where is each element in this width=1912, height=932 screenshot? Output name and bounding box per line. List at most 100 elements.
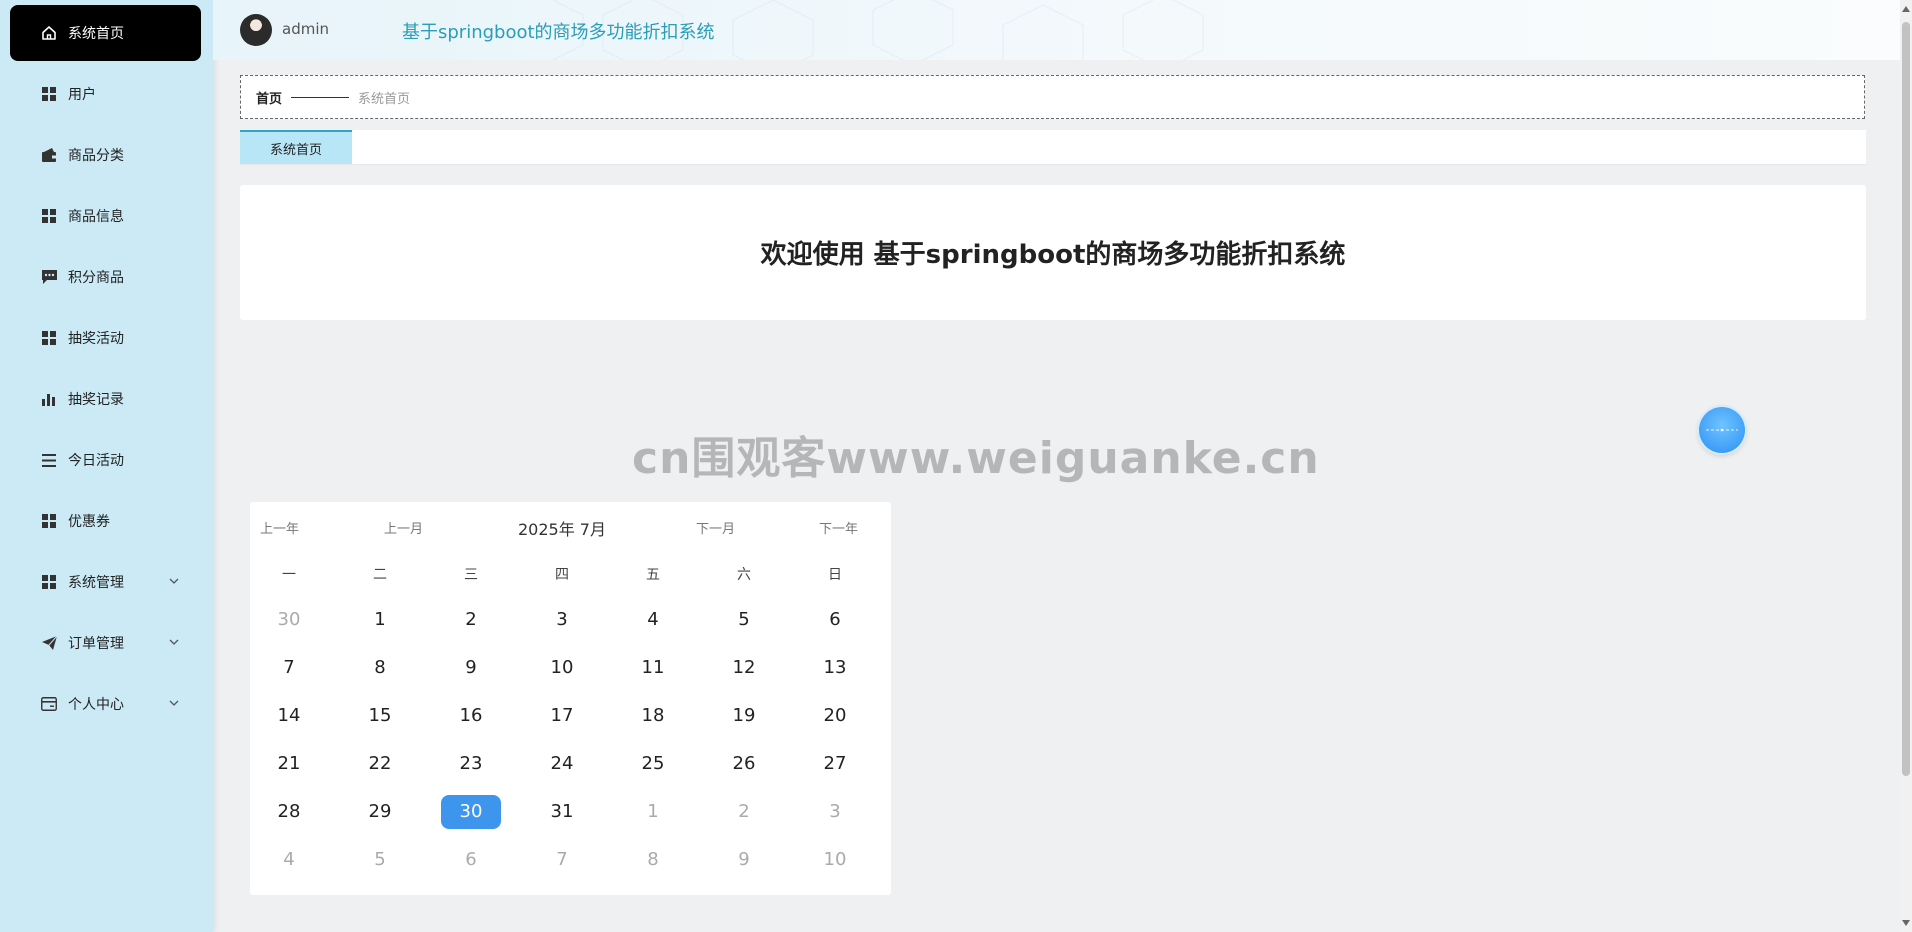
calendar-day[interactable]: 19 — [714, 699, 774, 733]
calendar-day[interactable]: 10 — [805, 843, 865, 877]
chevron-down-icon[interactable] — [167, 696, 181, 710]
calendar-day[interactable]: 13 — [805, 651, 865, 685]
calendar-day[interactable]: 5 — [714, 603, 774, 637]
breadcrumb-separator — [291, 96, 350, 98]
top-header: admin 基于springboot的商场多功能折扣系统 — [213, 0, 1900, 60]
calendar-day[interactable]: 6 — [441, 843, 501, 877]
sidebar-item-label: 系统管理 — [68, 575, 124, 591]
sidebar-item-label: 系统首页 — [68, 26, 124, 42]
calendar-day[interactable]: 9 — [714, 843, 774, 877]
breadcrumb-current: 系统首页 — [358, 91, 411, 107]
sidebar-item-label: 今日活动 — [68, 453, 124, 469]
breadcrumb-home[interactable]: 首页 — [256, 88, 282, 107]
chat-icon — [40, 268, 58, 286]
sidebar-item-lottery-activity[interactable]: 抽奖活动 — [10, 310, 201, 366]
wallet-icon — [40, 146, 58, 164]
sidebar-item-personal-center[interactable]: 个人中心 — [10, 676, 201, 732]
calendar-day[interactable]: 16 — [441, 699, 501, 733]
sidebar-item-users[interactable]: 用户 — [10, 66, 201, 122]
calendar-day[interactable]: 15 — [350, 699, 410, 733]
calendar-day[interactable]: 7 — [532, 843, 592, 877]
avatar[interactable] — [240, 14, 272, 46]
calendar-next-month[interactable]: 下一月 — [696, 518, 735, 537]
sidebar-item-product-info[interactable]: 商品信息 — [10, 188, 201, 244]
scroll-up-arrow-icon[interactable] — [1902, 6, 1910, 12]
calendar-day[interactable]: 27 — [805, 747, 865, 781]
calendar-day[interactable]: 11 — [623, 651, 683, 685]
bar-chart-icon — [40, 390, 58, 408]
calendar-day[interactable]: 1 — [350, 603, 410, 637]
welcome-text: 欢迎使用 基于springboot的商场多功能折扣系统 — [760, 240, 1346, 270]
scrollbar-thumb[interactable] — [1902, 22, 1910, 776]
app-title: 基于springboot的商场多功能折扣系统 — [402, 22, 715, 43]
page-scrollbar[interactable] — [1900, 0, 1912, 932]
calendar-day[interactable]: 28 — [259, 795, 319, 829]
username[interactable]: admin — [282, 20, 329, 38]
sidebar-item-label: 优惠券 — [68, 514, 110, 530]
sidebar-item-system-management[interactable]: 系统管理 — [10, 554, 201, 610]
calendar-day-today[interactable]: 30 — [441, 795, 501, 829]
grid-icon — [40, 329, 58, 347]
calendar-day[interactable]: 25 — [623, 747, 683, 781]
dashed-line-icon — [1706, 428, 1738, 432]
calendar-day[interactable]: 4 — [623, 603, 683, 637]
calendar-day[interactable]: 26 — [714, 747, 774, 781]
calendar-day[interactable]: 21 — [259, 747, 319, 781]
sidebar-item-lottery-records[interactable]: 抽奖记录 — [10, 371, 201, 427]
sidebar-item-label: 积分商品 — [68, 270, 124, 286]
calendar-weekday: 日 — [828, 567, 842, 583]
chevron-down-icon[interactable] — [167, 574, 181, 588]
scroll-down-arrow-icon[interactable] — [1902, 920, 1910, 926]
watermark: cn围观客www.weiguanke.cn — [632, 433, 1320, 484]
sidebar-item-label: 抽奖活动 — [68, 331, 124, 347]
calendar-day[interactable]: 30 — [259, 603, 319, 637]
calendar-day[interactable]: 29 — [350, 795, 410, 829]
calendar-day[interactable]: 8 — [350, 651, 410, 685]
floating-action-button[interactable] — [1699, 407, 1745, 453]
calendar-day[interactable]: 12 — [714, 651, 774, 685]
sidebar-item-order-management[interactable]: 订单管理 — [10, 615, 201, 671]
calendar-day[interactable]: 23 — [441, 747, 501, 781]
breadcrumb: 首页 系统首页 — [240, 75, 1865, 119]
calendar-day[interactable]: 10 — [532, 651, 592, 685]
sidebar-item-label: 抽奖记录 — [68, 392, 124, 408]
calendar-day[interactable]: 2 — [441, 603, 501, 637]
grid-icon — [40, 512, 58, 530]
chevron-down-icon[interactable] — [167, 635, 181, 649]
sidebar-item-home[interactable]: 系统首页 — [10, 5, 201, 61]
calendar-day[interactable]: 18 — [623, 699, 683, 733]
calendar: 上一年 上一月 2025年 7月 下一月 下一年 一二三四五六日 30 1 2 3 4 5… — [250, 502, 891, 895]
calendar-prev-year[interactable]: 上一年 — [260, 518, 299, 537]
calendar-weekday: 一 — [282, 567, 296, 583]
calendar-day[interactable]: 9 — [441, 651, 501, 685]
calendar-prev-month[interactable]: 上一月 — [384, 518, 423, 537]
calendar-weekday: 六 — [737, 567, 751, 583]
calendar-day[interactable]: 14 — [259, 699, 319, 733]
calendar-day[interactable]: 17 — [532, 699, 592, 733]
calendar-day[interactable]: 8 — [623, 843, 683, 877]
sidebar-item-today-activity[interactable]: 今日活动 — [10, 432, 201, 488]
sidebar-item-label: 商品分类 — [68, 148, 124, 164]
calendar-day[interactable]: 3 — [805, 795, 865, 829]
tab-home[interactable]: 系统首页 — [240, 130, 352, 164]
calendar-day[interactable]: 5 — [350, 843, 410, 877]
sidebar-item-coupons[interactable]: 优惠券 — [10, 493, 201, 549]
calendar-day[interactable]: 7 — [259, 651, 319, 685]
calendar-day[interactable]: 2 — [714, 795, 774, 829]
calendar-title: 2025年 7月 — [518, 520, 606, 539]
calendar-day[interactable]: 22 — [350, 747, 410, 781]
sidebar-item-label: 订单管理 — [68, 636, 124, 652]
calendar-weekday: 三 — [464, 567, 478, 583]
calendar-day[interactable]: 24 — [532, 747, 592, 781]
calendar-day[interactable]: 31 — [532, 795, 592, 829]
calendar-day[interactable]: 20 — [805, 699, 865, 733]
sidebar-item-product-category[interactable]: 商品分类 — [10, 127, 201, 183]
calendar-day[interactable]: 1 — [623, 795, 683, 829]
calendar-day[interactable]: 6 — [805, 603, 865, 637]
sidebar: 系统首页 用户 商品分类 商品信息 积分商品 抽奖活动 抽奖记录 今日活动 优惠… — [0, 0, 213, 932]
calendar-day[interactable]: 4 — [259, 843, 319, 877]
sidebar-item-label: 用户 — [68, 87, 96, 103]
calendar-next-year[interactable]: 下一年 — [819, 518, 858, 537]
calendar-day[interactable]: 3 — [532, 603, 592, 637]
sidebar-item-points-products[interactable]: 积分商品 — [10, 249, 201, 305]
